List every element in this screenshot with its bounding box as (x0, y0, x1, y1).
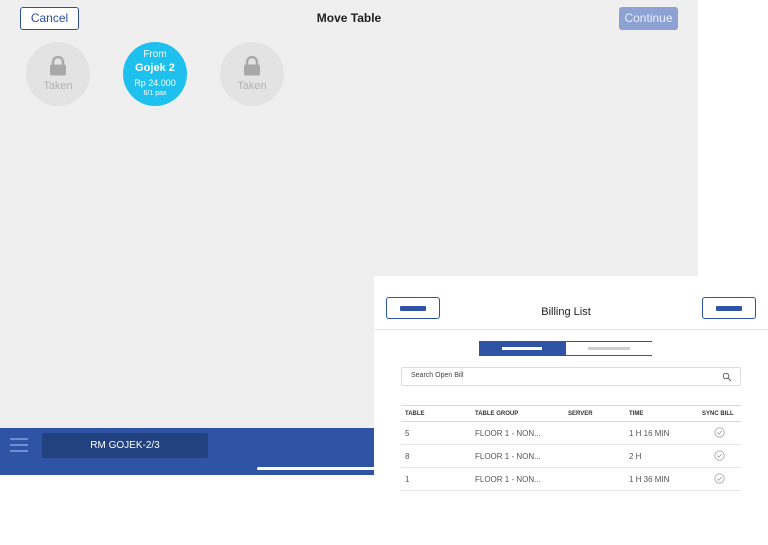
segment-active[interactable] (480, 342, 566, 355)
table-taken-1[interactable]: Taken (26, 42, 90, 106)
cell-server (564, 467, 625, 491)
continue-button[interactable]: Continue (619, 7, 678, 30)
check-circle-icon (714, 449, 725, 461)
lock-icon (244, 56, 260, 76)
table-row[interactable]: 5 FLOOR 1 - NON... 1 H 16 MIN (401, 421, 741, 445)
hamburger-icon[interactable] (10, 438, 28, 452)
cell-server (564, 444, 625, 468)
table-pax: 6/1 pax (143, 90, 167, 97)
check-circle-icon (714, 472, 725, 484)
table-taken-2[interactable]: Taken (220, 42, 284, 106)
table-amount: Rp 24.000 (134, 78, 176, 88)
billing-right-button[interactable] (702, 297, 756, 319)
page-title: Move Table (316, 11, 382, 25)
cell-time: 1 H 16 MIN (625, 421, 698, 445)
billing-list-panel: Billing List Search Open Bill TABLE TABL… (374, 276, 768, 545)
cell-group: FLOOR 1 - NON... (471, 421, 564, 445)
cell-group: FLOOR 1 - NON... (471, 467, 564, 491)
search-placeholder: Search Open Bill (411, 372, 464, 379)
column-header: TABLE (401, 405, 471, 422)
order-tab[interactable]: RM GOJEK-2/3 (42, 433, 208, 458)
column-header: SYNC BILL (698, 405, 741, 422)
segmented-control (479, 341, 652, 356)
cell-time: 2 H (625, 444, 698, 468)
cell-group: FLOOR 1 - NON... (471, 444, 564, 468)
column-header: TABLE GROUP (471, 405, 564, 422)
column-header: SERVER (564, 405, 625, 422)
progress-indicator (257, 467, 377, 470)
table-header-row: TABLE TABLE GROUP SERVER TIME SYNC BILL (401, 405, 741, 422)
table-name: Gojek 2 (135, 62, 175, 74)
cell-table: 1 (401, 467, 471, 491)
table-status-label: Taken (237, 80, 267, 92)
billing-header: Billing List (374, 276, 768, 330)
search-input[interactable]: Search Open Bill (401, 367, 741, 386)
cell-table: 8 (401, 444, 471, 468)
table-current[interactable]: From Gojek 2 Rp 24.000 6/1 pax (123, 42, 187, 106)
cell-sync (698, 421, 741, 445)
column-header: TIME (625, 405, 698, 422)
bills-table: TABLE TABLE GROUP SERVER TIME SYNC BILL … (401, 405, 741, 491)
table-status-label: Taken (43, 80, 73, 92)
search-icon[interactable] (722, 372, 732, 382)
check-circle-icon (714, 426, 725, 438)
top-bar: Cancel Move Table Continue (0, 0, 698, 38)
from-label: From (143, 49, 167, 60)
segment-inactive[interactable] (566, 342, 652, 355)
cell-sync (698, 444, 741, 468)
table-row[interactable]: 1 FLOOR 1 - NON... 1 H 36 MIN (401, 467, 741, 491)
table-row[interactable]: 8 FLOOR 1 - NON... 2 H (401, 444, 741, 468)
cell-server (564, 421, 625, 445)
cell-sync (698, 467, 741, 491)
lock-icon (50, 56, 66, 76)
billing-title: Billing List (541, 306, 591, 318)
cell-time: 1 H 36 MIN (625, 467, 698, 491)
cell-table: 5 (401, 421, 471, 445)
